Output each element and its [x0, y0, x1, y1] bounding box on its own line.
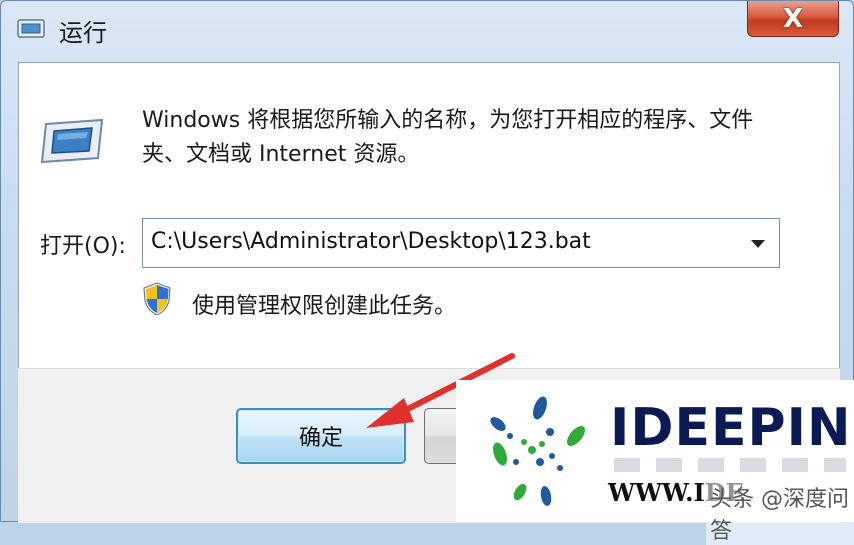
chevron-down-icon[interactable]	[751, 240, 765, 248]
watermark: IDEEPIN WWW.IDE 头条 @深度问答	[456, 380, 854, 545]
dialog-description: Windows 将根据您所输入的名称，为您打开相应的程序、文件夹、文档或 Int…	[142, 108, 754, 167]
admin-privilege-note: 使用管理权限创建此任务。	[192, 294, 457, 319]
command-input[interactable]: C:\Users\Administrator\Desktop\123.bat	[151, 229, 591, 254]
close-button[interactable]: X	[747, 1, 839, 37]
ok-button-label: 确定	[298, 426, 343, 451]
close-icon: X	[782, 3, 804, 34]
open-label: 打开(O):	[40, 234, 126, 259]
run-icon	[40, 118, 104, 164]
ideepin-logo-icon	[490, 396, 585, 506]
run-icon	[17, 19, 45, 38]
window-title: 运行	[59, 19, 107, 47]
watermark-brand: IDEEPIN	[610, 398, 852, 458]
watermark-divider	[614, 458, 846, 472]
watermark-credit: 头条 @深度问答	[706, 481, 854, 545]
command-combobox[interactable]: C:\Users\Administrator\Desktop\123.bat	[142, 218, 780, 268]
uac-shield-icon	[143, 282, 171, 316]
